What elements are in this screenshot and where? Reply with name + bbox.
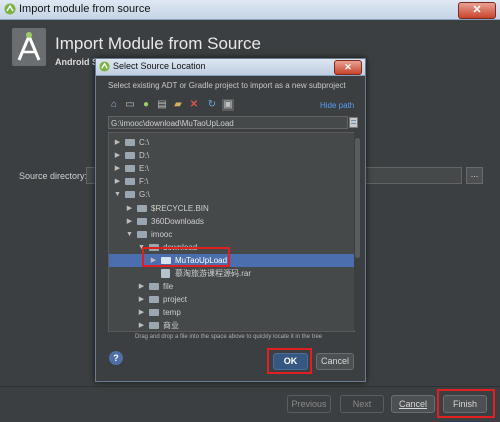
outer-cancel-button[interactable]: Cancel <box>391 395 435 413</box>
folder-icon <box>125 152 135 160</box>
folder-icon <box>137 204 147 212</box>
file-tree[interactable]: ▶ C:\ ▶ D:\ ▶ E:\ ▶ F:\ ▼ G:\ ▶ $RECYCLE.BIN ▶ 360Dow… <box>108 132 355 332</box>
selected-folder-highlight-box <box>142 247 230 267</box>
refresh-icon[interactable]: ↻ <box>206 99 218 111</box>
tree-item-label: 商业 <box>163 321 179 331</box>
tree-file-item[interactable]: 慕淘旅游课程源码.rar <box>109 267 354 280</box>
folder-icon <box>149 283 159 291</box>
tree-folder-item[interactable]: ▶ $RECYCLE.BIN <box>109 202 354 215</box>
tree-scrollbar-thumb[interactable] <box>355 138 360 258</box>
collapsed-arrow-icon[interactable]: ▶ <box>125 215 134 228</box>
tree-folder-item[interactable]: ▶ file <box>109 280 354 293</box>
android-studio-icon <box>99 61 110 72</box>
drag-drop-hint: Drag and drop a file into the space abov… <box>135 334 323 340</box>
tree-item-label: $RECYCLE.BIN <box>151 203 209 213</box>
folder-icon <box>137 217 147 225</box>
android-module-icon[interactable]: ● <box>140 99 152 111</box>
footer-divider <box>0 386 500 387</box>
tree-folder-item[interactable]: ▶ D:\ <box>109 149 354 162</box>
collapsed-arrow-icon[interactable]: ▶ <box>137 319 146 331</box>
delete-icon[interactable]: ✕ <box>188 99 200 111</box>
tree-folder-item[interactable]: ▶ 商业 <box>109 319 354 331</box>
folder-icon <box>149 322 159 330</box>
next-button[interactable]: Next <box>340 395 384 413</box>
outer-title-bar: Import module from source ✕ <box>0 0 500 20</box>
collapsed-arrow-icon[interactable]: ▶ <box>113 175 122 188</box>
hide-path-link[interactable]: Hide path <box>320 101 354 110</box>
collapsed-arrow-icon[interactable]: ▶ <box>113 136 122 149</box>
collapsed-arrow-icon[interactable]: ▶ <box>137 280 146 293</box>
project-icon[interactable]: ▤ <box>156 99 168 111</box>
tree-folder-item[interactable]: ▶ F:\ <box>109 175 354 188</box>
dialog-description: Select existing ADT or Gradle project to… <box>108 81 346 90</box>
tree-folder-item[interactable]: ▶ project <box>109 293 354 306</box>
tree-item-label: 360Downloads <box>151 216 204 226</box>
folder-icon <box>125 178 135 186</box>
select-source-dialog: Select Source Location ✕ Select existing… <box>95 58 366 382</box>
path-history-icon[interactable] <box>349 117 358 128</box>
folder-icon <box>137 230 147 238</box>
tree-folder-item[interactable]: ▶ temp <box>109 306 354 319</box>
collapsed-arrow-icon[interactable]: ▶ <box>113 149 122 162</box>
tree-item-label: imooc <box>151 229 173 239</box>
collapsed-arrow-icon[interactable]: ▶ <box>113 162 122 175</box>
show-hidden-icon[interactable]: ▣ <box>222 99 234 111</box>
dialog-title: Select Source Location <box>113 61 206 71</box>
folder-icon <box>125 191 135 199</box>
dialog-cancel-button[interactable]: Cancel <box>316 353 354 370</box>
home-icon[interactable]: ⌂ <box>108 99 120 111</box>
folder-icon <box>149 309 159 317</box>
dialog-close-button[interactable]: ✕ <box>334 60 362 75</box>
tree-folder-item[interactable]: ▼ G:\ <box>109 188 354 201</box>
tree-item-label: project <box>163 295 188 305</box>
archive-file-icon <box>161 269 170 278</box>
previous-button[interactable]: Previous <box>287 395 331 413</box>
tree-item-label: G:\ <box>139 190 150 200</box>
expanded-arrow-icon[interactable]: ▼ <box>125 228 134 241</box>
tree-item-label: F:\ <box>139 177 149 187</box>
outer-window-title: Import module from source <box>19 3 151 15</box>
finish-highlight-box <box>437 389 495 418</box>
tree-item-label: E:\ <box>139 164 149 174</box>
desktop-icon[interactable]: ▭ <box>124 99 136 111</box>
expanded-arrow-icon[interactable]: ▼ <box>113 188 122 201</box>
ok-highlight-box <box>267 348 312 374</box>
tree-folder-item[interactable]: ▶ C:\ <box>109 136 354 149</box>
new-folder-icon[interactable]: ▰ <box>172 99 184 111</box>
outer-close-button[interactable]: ✕ <box>458 2 496 19</box>
collapsed-arrow-icon[interactable]: ▶ <box>137 306 146 319</box>
help-button[interactable]: ? <box>109 351 123 365</box>
tree-scrollbar[interactable] <box>354 132 361 330</box>
page-heading: Import Module from Source <box>55 34 261 53</box>
dialog-title-bar: Select Source Location ✕ <box>96 59 365 76</box>
tree-item-label: D:\ <box>139 151 150 161</box>
browse-button[interactable]: ... <box>466 167 483 184</box>
tree-item-label: 慕淘旅游课程源码.rar <box>175 269 251 278</box>
source-directory-label: Source directory: <box>19 171 88 181</box>
tree-folder-item[interactable]: ▶ 360Downloads <box>109 215 354 228</box>
android-studio-logo-icon <box>12 28 46 66</box>
collapsed-arrow-icon[interactable]: ▶ <box>125 202 134 215</box>
tree-item-label: file <box>163 282 174 292</box>
folder-icon <box>125 165 135 173</box>
folder-icon <box>125 139 135 146</box>
tree-item-label: C:\ <box>139 138 150 147</box>
tree-folder-item[interactable]: ▶ E:\ <box>109 162 354 175</box>
collapsed-arrow-icon[interactable]: ▶ <box>137 293 146 306</box>
tree-folder-item[interactable]: ▼ imooc <box>109 228 354 241</box>
folder-icon <box>149 296 159 304</box>
android-studio-icon <box>4 3 16 15</box>
path-input[interactable]: G:\imooc\download\MuTaoUpLoad <box>108 116 348 129</box>
tree-item-label: temp <box>163 308 181 318</box>
